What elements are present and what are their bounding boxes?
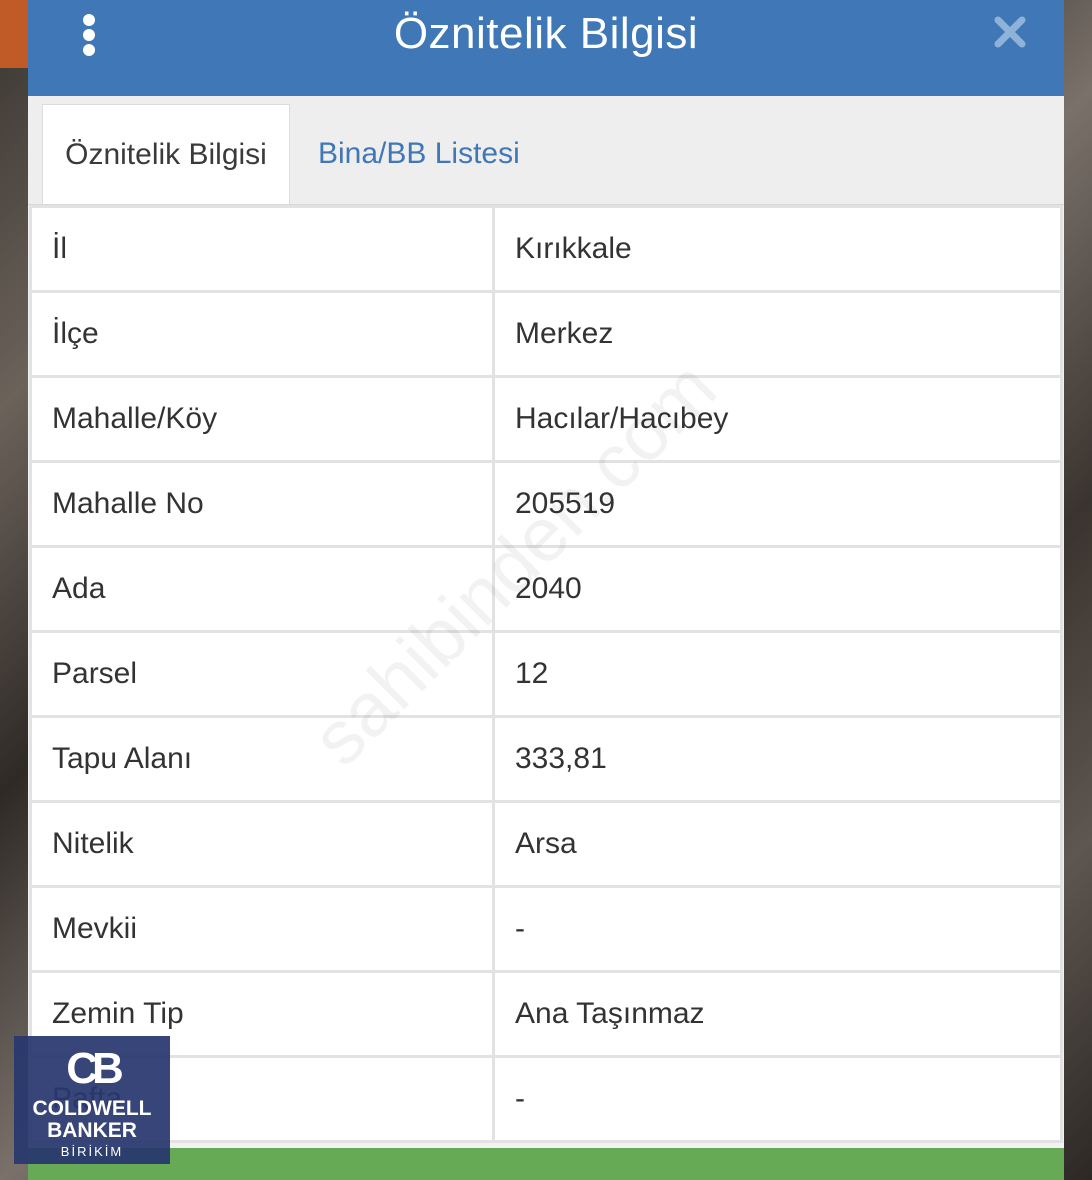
tab-bar: Öznitelik Bilgisi Bina/BB Listesi <box>28 96 1064 205</box>
table-row: Mevkii - <box>29 885 1063 973</box>
table-row: Pafta- <box>29 1055 1063 1143</box>
attribute-value: Merkez <box>492 290 1063 378</box>
table-row: Tapu Alanı 333,81 <box>29 715 1063 803</box>
attribute-key: Mahalle/Köy <box>29 375 495 463</box>
attribute-key: İlçe <box>29 290 495 378</box>
bottom-bar <box>28 1148 1064 1180</box>
attribute-value: Arsa <box>492 800 1063 888</box>
dialog-header: Öznitelik Bilgisi <box>28 0 1064 96</box>
attribute-value: - <box>492 885 1063 973</box>
logo-line-1: COLDWELL <box>32 1097 152 1120</box>
table-row: İlçe Merkez <box>29 290 1063 378</box>
cb-logo-mark: CB <box>66 1044 124 1093</box>
attribute-value: Hacılar/Hacıbey <box>492 375 1063 463</box>
attribute-info-dialog: Öznitelik Bilgisi Öznitelik Bilgisi Bina… <box>28 0 1064 1180</box>
table-row: Mahalle/Köy Hacılar/Hacıbey <box>29 375 1063 463</box>
tab-attribute-info[interactable]: Öznitelik Bilgisi <box>42 104 290 204</box>
attribute-key: Parsel <box>29 630 495 718</box>
attribute-table: İl Kırıkkale İlçe Merkez Mahalle/Köy Hacılar/… <box>29 205 1063 1143</box>
table-row: Parsel 12 <box>29 630 1063 718</box>
background-accent <box>0 0 28 68</box>
kebab-menu-icon[interactable] <box>82 14 96 56</box>
attribute-value: - <box>492 1055 1063 1143</box>
attribute-key: İl <box>29 205 495 293</box>
table-row: Mahalle No 205519 <box>29 460 1063 548</box>
attribute-key: Mevkii <box>29 885 495 973</box>
table-row: İl Kırıkkale <box>29 205 1063 293</box>
attribute-value: 2040 <box>492 545 1063 633</box>
close-icon[interactable] <box>992 14 1028 50</box>
attribute-key: Ada <box>29 545 495 633</box>
attribute-value: 333,81 <box>492 715 1063 803</box>
logo-line-2: BANKER <box>47 1119 137 1142</box>
attribute-value: 205519 <box>492 460 1063 548</box>
attribute-key: Nitelik <box>29 800 495 888</box>
dialog-title: Öznitelik Bilgisi <box>393 9 699 58</box>
tab-building-list[interactable]: Bina/BB Listesi <box>318 104 520 204</box>
table-row: Ada 2040 <box>29 545 1063 633</box>
attribute-key: Mahalle No <box>29 460 495 548</box>
attribute-value: 12 <box>492 630 1063 718</box>
table-row: Nitelik Arsa <box>29 800 1063 888</box>
coldwell-banker-logo: CB COLDWELL BANKER BİRİKİM <box>14 1036 170 1164</box>
logo-line-3: BİRİKİM <box>60 1144 124 1159</box>
attribute-value: Ana Taşınmaz <box>492 970 1063 1058</box>
attribute-value: Kırıkkale <box>492 205 1063 293</box>
table-row: Zemin Tip Ana Taşınmaz <box>29 970 1063 1058</box>
attribute-key: Tapu Alanı <box>29 715 495 803</box>
